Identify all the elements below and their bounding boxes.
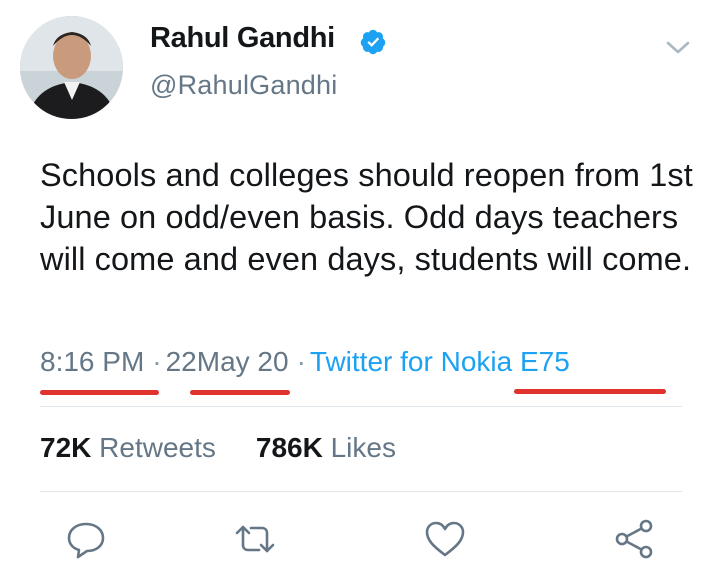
- annotation-underline-source: [514, 389, 666, 394]
- tweet-time[interactable]: 8:16 PM: [40, 346, 144, 377]
- likes-label: Likes: [330, 432, 396, 463]
- verified-icon: [360, 29, 386, 55]
- retweets-stat[interactable]: 72K Retweets: [40, 432, 216, 463]
- meta-separator: ·: [296, 346, 306, 377]
- author-name[interactable]: Rahul Gandhi: [150, 22, 335, 55]
- tweet-date[interactable]: 22May 20: [166, 346, 289, 377]
- tweet-stats: 72K Retweets 786K Likes: [40, 432, 396, 464]
- author-handle[interactable]: @RahulGandhi: [150, 70, 337, 101]
- tweet-meta: 8:16 PM · 22May 20 · Twitter for Nokia E75: [40, 346, 570, 378]
- share-icon[interactable]: [612, 517, 656, 561]
- divider: [40, 491, 682, 492]
- tweet-source-link[interactable]: Twitter for Nokia E75: [310, 346, 570, 377]
- annotation-underline-time: [40, 390, 159, 395]
- avatar[interactable]: [20, 16, 123, 119]
- retweets-label: Retweets: [99, 432, 216, 463]
- retweet-icon[interactable]: [233, 517, 277, 561]
- divider: [40, 406, 682, 407]
- meta-separator: ·: [152, 346, 162, 377]
- tweet-text: Schools and colleges should reopen from …: [40, 157, 693, 277]
- likes-stat[interactable]: 786K Likes: [256, 432, 396, 463]
- like-icon[interactable]: [423, 517, 467, 561]
- likes-count: 786K: [255, 432, 323, 463]
- reply-icon[interactable]: [64, 517, 108, 561]
- annotation-underline-date: [190, 390, 290, 395]
- avatar-image: [20, 16, 123, 119]
- retweets-count: 72K: [40, 432, 92, 463]
- chevron-down-icon[interactable]: [664, 36, 692, 58]
